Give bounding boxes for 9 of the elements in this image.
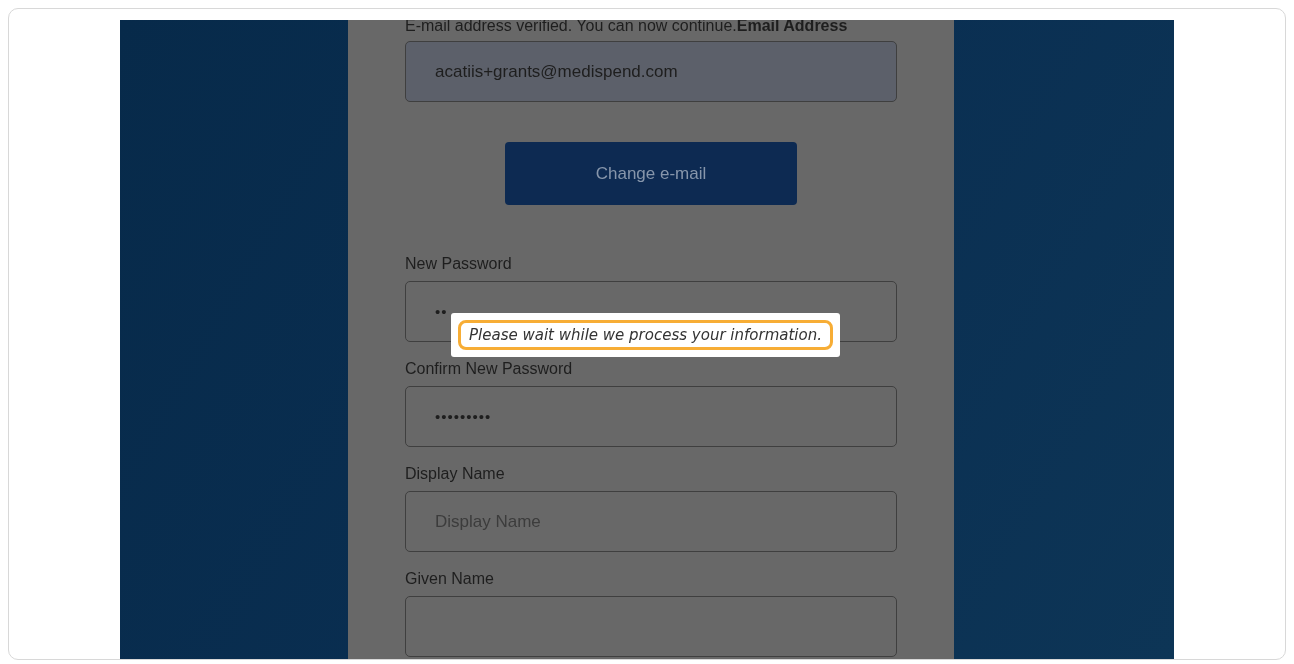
change-email-button[interactable]: Change e-mail: [505, 142, 797, 205]
text-field[interactable]: [405, 596, 897, 657]
password-field[interactable]: •••••••••: [405, 386, 897, 447]
field-label: Given Name: [405, 570, 495, 588]
field-label: Confirm New Password: [405, 360, 574, 378]
field-label: Display Name: [405, 465, 506, 483]
field-label: New Password: [405, 255, 513, 273]
verified-message: E-mail address verified. You can now continue.Email Address: [405, 20, 849, 35]
toast-message: Please wait while we process your information.: [458, 320, 833, 350]
